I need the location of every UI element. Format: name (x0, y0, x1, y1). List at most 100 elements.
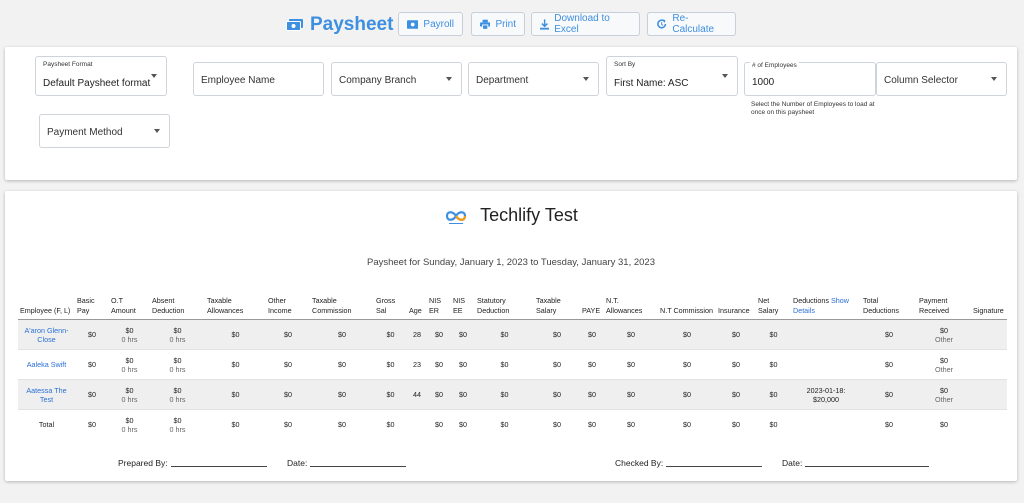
total-nt-allowances: $0 (627, 420, 635, 430)
paysheet-table: Employee (F, L) Basic Pay O.T Amount Abs… (18, 294, 1007, 440)
basic-pay-cell: $0 (75, 319, 109, 350)
col-insurance: Insurance (716, 294, 756, 320)
gross-sal-cell: $0 (374, 319, 407, 350)
employee-name-input[interactable]: Employee Name (193, 62, 324, 96)
age-cell: 23 (407, 349, 427, 380)
total-signature (971, 410, 1007, 440)
total-nt-commission: $0 (683, 420, 691, 430)
col-absent-deduction: Absent Deduction (150, 294, 205, 320)
nt-allowances-cell: $0 (604, 349, 658, 380)
print-button[interactable]: Print (471, 12, 525, 36)
basic-pay-cell: $0 (75, 349, 109, 380)
age-cell: 28 (407, 319, 427, 350)
other-income-cell: $0 (266, 379, 310, 410)
chevron-down-icon (151, 74, 157, 78)
department-select[interactable]: Department (468, 62, 599, 96)
insurance-cell: $0 (716, 349, 756, 380)
employee-count-label: # of Employees (750, 62, 799, 69)
col-net-salary: Net Salary (756, 294, 791, 320)
ot-amount-cell: $0 0 hrs (109, 349, 150, 380)
money-icon (407, 19, 419, 29)
deductions-cell (791, 319, 861, 350)
column-selector-select[interactable]: Column Selector (876, 62, 1007, 96)
taxable-commission-cell: $0 (310, 379, 374, 410)
gross-sal-cell: $0 (374, 379, 407, 410)
signature-cell (971, 319, 1007, 350)
total-deductions-cell: $0 (861, 379, 917, 410)
taxable-salary-cell: $0 (534, 379, 580, 410)
payment-method-select[interactable]: Payment Method (39, 114, 170, 148)
taxable-allowances-cell: $0 (205, 319, 266, 350)
download-excel-button[interactable]: Download to Excel (531, 12, 640, 36)
payment-received-cell: $0 Other (917, 319, 971, 350)
company-branch-select[interactable]: Company Branch (331, 62, 462, 96)
taxable-allowances-cell: $0 (205, 379, 266, 410)
money-icon (286, 19, 303, 31)
total-nis-ee: $0 (459, 420, 467, 430)
taxable-salary-cell: $0 (534, 319, 580, 350)
nis-ee-cell: $0 (451, 379, 475, 410)
sort-by-select[interactable]: Sort By First Name: ASC (606, 56, 738, 96)
statutory-deduction-cell: $0 (475, 319, 534, 350)
total-taxable-commission: $0 (338, 420, 346, 430)
total-paye: $0 (588, 420, 596, 430)
taxable-commission-cell: $0 (310, 349, 374, 380)
company-header: Techlify Test (5, 205, 1017, 226)
statutory-deduction-cell: $0 (475, 379, 534, 410)
company-logo-icon (446, 210, 467, 224)
insurance-cell: $0 (716, 379, 756, 410)
deductions-cell: 2023-01-18: $20,000 (791, 379, 861, 410)
deductions-label: Deductions (793, 296, 829, 305)
col-statutory-deduction: Statutory Deduction (475, 294, 534, 320)
insurance-cell: $0 (716, 319, 756, 350)
signature-cell (971, 349, 1007, 380)
col-deductions: Deductions Show Details (791, 294, 861, 320)
sort-by-value: First Name: ASC (614, 78, 689, 89)
col-basic-pay: Basic Pay (75, 294, 109, 320)
employee-name-link[interactable]: Aaleka Swift (18, 349, 75, 380)
nis-er-cell: $0 (427, 349, 451, 380)
payment-received-cell: $0 Other (917, 379, 971, 410)
page-title: Paysheet (310, 14, 394, 35)
paysheet-format-select[interactable]: Paysheet Format Default Paysheet format (35, 56, 167, 96)
payroll-button[interactable]: Payroll (398, 12, 463, 36)
company-branch-placeholder: Company Branch (339, 75, 417, 86)
gross-sal-cell: $0 (374, 349, 407, 380)
absent-deduction-cell: $0 0 hrs (150, 379, 205, 410)
filter-card: Paysheet Format Default Paysheet format … (5, 47, 1017, 180)
nt-commission-cell: $0 (658, 349, 716, 380)
total-ot-amount: $0 0 hrs (121, 415, 138, 434)
recalculate-button[interactable]: Re-Calculate (647, 12, 736, 36)
other-income-cell: $0 (266, 319, 310, 350)
col-taxable-allowances: Taxable Allowances (205, 294, 266, 320)
total-statutory-deduction: $0 (500, 420, 509, 430)
payment-method-placeholder: Payment Method (47, 127, 123, 138)
nis-er-cell: $0 (427, 319, 451, 350)
chevron-down-icon (446, 77, 452, 81)
paysheet-report: Techlify Test Paysheet for Sunday, Janua… (5, 191, 1017, 481)
employee-count-input[interactable]: # of Employees 1000 (744, 62, 876, 96)
basic-pay-cell: $0 (75, 379, 109, 410)
col-nis-ee: NIS EE (451, 294, 475, 320)
col-nt-allowances: N.T. Allowances (604, 294, 658, 320)
col-paye: PAYE (580, 294, 604, 320)
employee-name-link[interactable]: Aatessa The Test (18, 379, 75, 410)
employee-name-link[interactable]: A'aron Glenn-Close (18, 319, 75, 350)
total-basic-pay: $0 (88, 420, 96, 430)
paysheet-format-value: Default Paysheet format (43, 78, 151, 89)
net-salary-cell: $0 (756, 319, 791, 350)
sort-by-label: Sort By (614, 61, 636, 68)
chevron-down-icon (991, 77, 997, 81)
nt-commission-cell: $0 (658, 319, 716, 350)
taxable-allowances-cell: $0 (205, 349, 266, 380)
total-taxable-allowances: $0 (231, 420, 240, 430)
total-insurance: $0 (732, 420, 740, 430)
col-age: Age (407, 294, 427, 320)
total-net-salary: $0 (769, 420, 778, 430)
total-payment-received: $0 (940, 420, 948, 430)
net-salary-cell: $0 (756, 379, 791, 410)
other-income-cell: $0 (266, 349, 310, 380)
payroll-label: Payroll (423, 18, 454, 30)
col-gross-sal: Gross Sal (374, 294, 407, 320)
nt-commission-cell: $0 (658, 379, 716, 410)
